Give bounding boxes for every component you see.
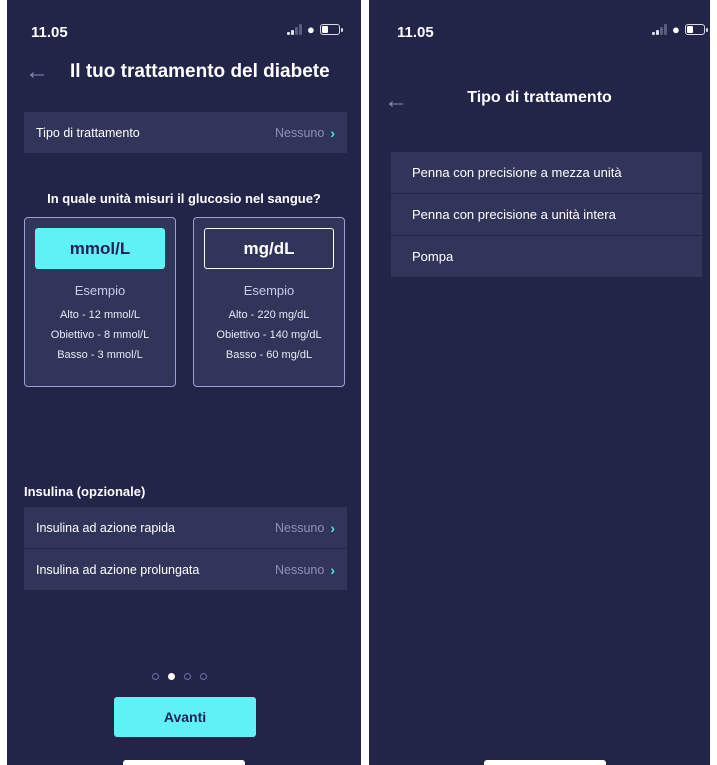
example-title: Esempio <box>243 283 295 298</box>
rapid-insulin-row[interactable]: Insulina ad azione rapida Nessuno › <box>24 507 347 548</box>
wifi-icon: ● <box>307 22 315 37</box>
page-title: Il tuo trattamento del diabete <box>70 61 330 82</box>
mgdl-unit-button[interactable]: mg/dL <box>204 228 334 269</box>
long-insulin-label: Insulina ad azione prolungata <box>36 562 200 577</box>
insulin-section-label: Insulina (opzionale) <box>24 484 146 499</box>
long-insulin-row[interactable]: Insulina ad azione prolungata Nessuno › <box>24 549 347 590</box>
status-icons: ● <box>652 22 708 37</box>
home-indicator[interactable] <box>123 760 245 765</box>
page-dot <box>184 673 191 680</box>
signal-icon <box>287 24 302 35</box>
example-high: Alto - 220 mg/dL <box>228 309 310 321</box>
unit-card-mmol[interactable]: mmol/L Esempio Alto - 12 mmol/L Obiettiv… <box>24 217 176 387</box>
chevron-right-icon: › <box>330 519 335 536</box>
next-button[interactable]: Avanti <box>114 697 256 737</box>
treatment-type-screen: 11.05 ● ← Tipo di trattamento Penna con … <box>369 0 710 765</box>
example-low: Basso - 60 mg/dL <box>225 349 313 361</box>
page-dot <box>200 673 207 680</box>
status-icons: ● <box>287 22 343 37</box>
treatment-setup-screen: 11.05 ● ← Il tuo trattamento del diabete… <box>7 0 361 765</box>
long-insulin-value: Nessuno <box>274 562 325 577</box>
page-title: Tipo di trattamento <box>467 89 612 106</box>
option-full-unit-pen[interactable]: Penna con precisione a unità intera <box>391 194 702 235</box>
example-high: Alto - 12 mmol/L <box>59 309 141 321</box>
option-pump[interactable]: Pompa <box>391 236 702 277</box>
page-dot <box>152 673 159 680</box>
unit-card-mgdl[interactable]: mg/dL Esempio Alto - 220 mg/dL Obiettivo… <box>193 217 345 387</box>
treatment-type-value: Nessuno <box>274 125 325 140</box>
rapid-insulin-value: Nessuno <box>274 520 325 535</box>
option-half-unit-pen[interactable]: Penna con precisione a mezza unità <box>391 152 702 193</box>
mmol-unit-button[interactable]: mmol/L <box>35 228 165 269</box>
status-time: 11.05 <box>397 24 434 41</box>
example-target: Obiettivo - 8 mmol/L <box>50 329 150 341</box>
chevron-right-icon: › <box>330 561 335 578</box>
example-title: Esempio <box>74 283 126 298</box>
home-indicator[interactable] <box>484 760 606 765</box>
page-dot-active <box>168 673 175 680</box>
status-time: 11.05 <box>31 24 68 41</box>
pagination-dots <box>152 673 207 680</box>
treatment-type-label: Tipo di trattamento <box>36 125 140 140</box>
treatment-type-row[interactable]: Tipo di trattamento Nessuno › <box>24 112 347 153</box>
signal-icon <box>652 24 667 35</box>
unit-question: In quale unità misuri il glucosio nel sa… <box>47 191 321 206</box>
back-arrow-icon[interactable]: ← <box>25 60 49 84</box>
rapid-insulin-label: Insulina ad azione rapida <box>36 520 175 535</box>
wifi-icon: ● <box>672 22 680 37</box>
chevron-right-icon: › <box>330 124 335 141</box>
example-target: Obiettivo - 140 mg/dL <box>216 329 322 341</box>
example-low: Basso - 3 mmol/L <box>57 349 143 361</box>
battery-icon <box>319 24 343 35</box>
battery-icon <box>684 24 708 35</box>
